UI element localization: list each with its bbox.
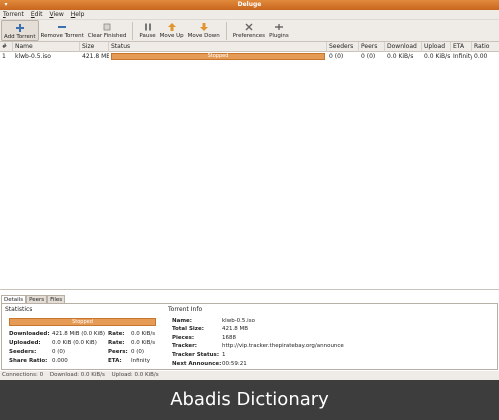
cell-size: 421.8 MB: [82, 53, 109, 60]
window-menu-icon[interactable]: ▾: [3, 2, 9, 8]
cell-status: Stopped: [109, 52, 327, 61]
rate-download-row: Rate:: [108, 331, 125, 337]
info-total-value: 421.8 MB: [222, 326, 249, 332]
status-bar: Connections: 0 Download: 0.0 KiB/s Uploa…: [0, 371, 499, 380]
peers-value: 0 (0): [131, 349, 145, 355]
cell-name: klwb-0.5.iso: [15, 53, 51, 60]
plugins-button[interactable]: Plugins: [267, 20, 291, 41]
table-row[interactable]: 1 klwb-0.5.iso 421.8 MB Stopped 0 (0) 0 …: [0, 52, 499, 61]
statistics-title: Statistics: [5, 306, 33, 313]
cell-eta: Infinity: [453, 53, 472, 60]
column-header-ratio[interactable]: Ratio: [472, 42, 499, 52]
uploaded-value: 0.0 KiB (0.0 KiB): [52, 340, 97, 346]
footer-banner: Abadis Dictionary: [0, 380, 499, 420]
arrow-down-icon: [199, 22, 208, 31]
column-header-index[interactable]: #: [0, 42, 13, 52]
column-header-upload[interactable]: Upload: [422, 42, 451, 52]
column-header-download[interactable]: Download: [385, 42, 422, 52]
window-title: Deluge: [237, 1, 262, 8]
cell-ratio: 0.00: [474, 53, 488, 60]
info-name-value: klwb-0.5.iso: [222, 318, 255, 324]
share-ratio-value: 0.000: [52, 358, 68, 364]
downloaded-value: 421.8 MiB (0.0 KiB): [52, 331, 105, 337]
toolbar-separator: [132, 22, 134, 40]
info-next-announce-value: 00:59:21: [222, 361, 247, 367]
add-icon: [15, 23, 24, 32]
info-pieces-row: Pieces:: [172, 335, 195, 341]
preferences-button[interactable]: Preferences: [231, 20, 267, 41]
torrent-list-header: # Name Size Status Seeders Peers Downloa…: [0, 42, 499, 52]
status-connections: Connections: 0: [2, 372, 44, 378]
cell-peers: 0 (0): [361, 53, 376, 60]
column-header-seeders[interactable]: Seeders: [327, 42, 359, 52]
window-titlebar: ▾ Deluge: [0, 0, 499, 10]
cell-index: 1: [2, 53, 6, 60]
details-progress-bar: Stopped: [9, 318, 156, 326]
downloaded-row: Downloaded:: [9, 331, 50, 337]
add-torrent-button[interactable]: Add Torrent: [1, 20, 39, 41]
menu-edit[interactable]: Edit: [31, 11, 43, 18]
info-tracker-status-value: 1: [222, 352, 226, 358]
eta-value: Infinity: [131, 358, 150, 364]
rate-download-value: 0.0 KiB/s: [131, 331, 156, 337]
status-download: Download: 0.0 KiB/s: [49, 372, 105, 378]
cell-upload: 0.0 KiB/s: [424, 53, 451, 60]
column-header-peers[interactable]: Peers: [359, 42, 385, 52]
info-name-row: Name:: [172, 318, 192, 324]
status-upload: Upload: 0.0 KiB/s: [111, 372, 159, 378]
menu-bar: Torrent Edit View Help: [0, 10, 499, 20]
info-pieces-value: 1688: [222, 335, 236, 341]
clear-finished-button[interactable]: Clear Finished: [86, 20, 129, 41]
info-tracker-row: Tracker:: [172, 343, 197, 349]
cell-download: 0.0 KiB/s: [387, 53, 414, 60]
plugin-icon: [274, 22, 283, 31]
move-down-button[interactable]: Move Down: [186, 20, 222, 41]
rate-upload-value: 0.0 KiB/s: [131, 340, 156, 346]
arrow-up-icon: [167, 22, 176, 31]
menu-view[interactable]: View: [50, 11, 64, 18]
share-ratio-row: Share Ratio:: [9, 358, 48, 364]
peers-row: Peers:: [108, 349, 128, 355]
move-up-button[interactable]: Move Up: [158, 20, 186, 41]
remove-torrent-button[interactable]: Remove Torrent: [39, 20, 86, 41]
toolbar: Add Torrent Remove Torrent Clear Finishe…: [0, 20, 499, 42]
info-tracker-value: http://vip.tracker.thepiratebay.org/anno…: [222, 343, 344, 349]
torrent-info-title: Torrent Info: [168, 306, 203, 313]
column-header-size[interactable]: Size: [80, 42, 109, 52]
column-header-eta[interactable]: ETA: [451, 42, 472, 52]
seeders-value: 0 (0): [52, 349, 66, 355]
info-tracker-status-row: Tracker Status:: [172, 352, 220, 358]
info-next-announce-row: Next Announce:: [172, 361, 222, 367]
menu-torrent[interactable]: Torrent: [3, 11, 24, 18]
cell-seeders: 0 (0): [329, 53, 344, 60]
status-progress-bar: Stopped: [111, 53, 325, 60]
tools-icon: [244, 22, 253, 31]
remove-icon: [58, 22, 67, 31]
column-header-status[interactable]: Status: [109, 42, 327, 52]
torrent-list[interactable]: # Name Size Status Seeders Peers Downloa…: [0, 42, 499, 290]
pause-button[interactable]: Pause: [137, 20, 157, 41]
uploaded-row: Uploaded:: [9, 340, 41, 346]
clear-icon: [103, 22, 112, 31]
rate-upload-row: Rate:: [108, 340, 125, 346]
details-panel: Statistics Torrent Info Stopped Download…: [1, 303, 498, 370]
eta-row: ETA:: [108, 358, 122, 364]
toolbar-separator: [225, 22, 227, 40]
pause-icon: [143, 22, 152, 31]
info-total-row: Total Size:: [172, 326, 204, 332]
column-header-name[interactable]: Name: [13, 42, 80, 52]
seeders-row: Seeders:: [9, 349, 37, 355]
menu-help[interactable]: Help: [71, 11, 85, 18]
